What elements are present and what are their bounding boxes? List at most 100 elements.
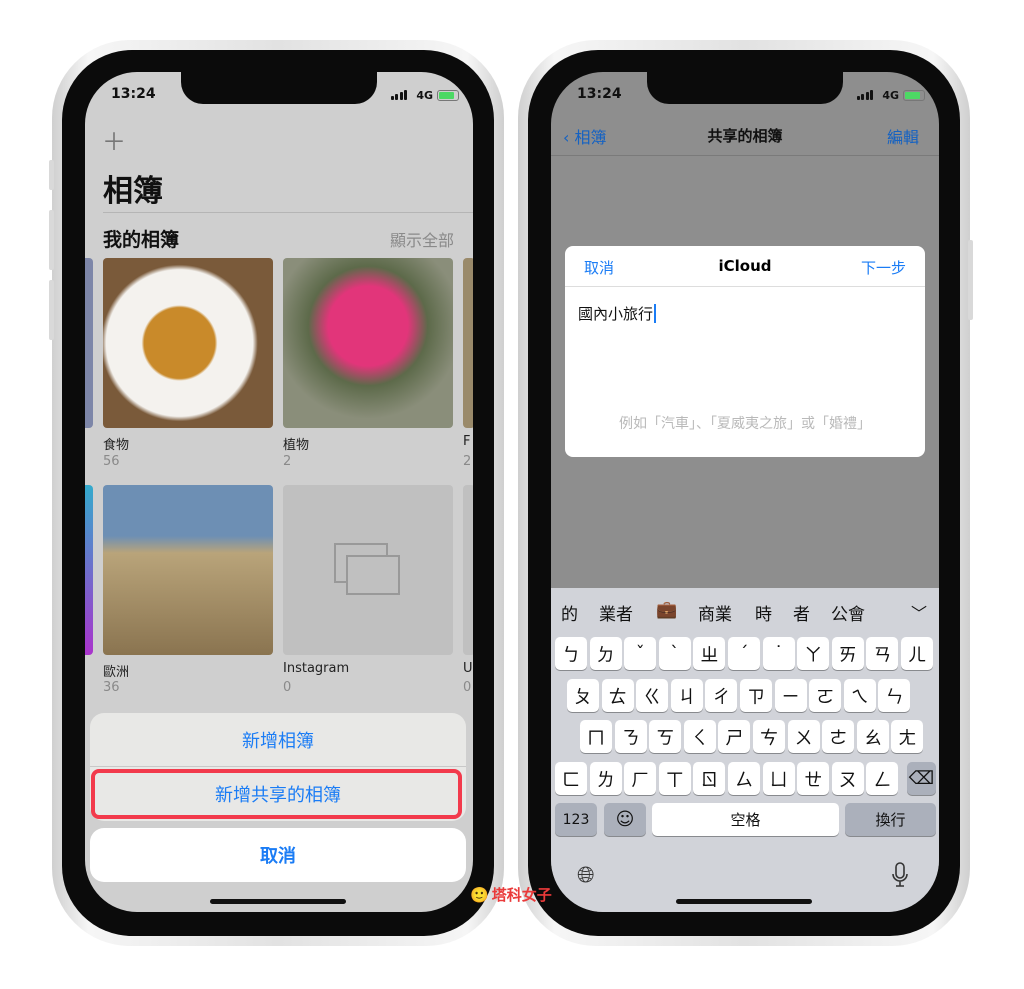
new-album-button[interactable]: 新增相簿 — [90, 713, 466, 767]
key[interactable]: ㄓ — [693, 637, 726, 670]
numbers-key[interactable]: 123 — [555, 803, 597, 836]
key[interactable]: ㄨ — [787, 720, 820, 753]
key[interactable]: ㄟ — [843, 679, 876, 712]
key[interactable]: ㄅ — [555, 637, 587, 670]
key[interactable]: ㄙ — [728, 762, 760, 795]
album-thumb-partial — [463, 258, 473, 428]
suggestion-bar: 的業者 💼 商業時者公會 — [561, 600, 939, 626]
battery-charging-icon — [903, 90, 925, 101]
space-key[interactable]: 空格 — [652, 803, 839, 836]
key[interactable]: ㄎ — [649, 720, 682, 753]
key[interactable]: ˋ — [658, 637, 691, 670]
clock: 13:24 — [577, 86, 622, 102]
show-all-link[interactable]: 顯示全部 — [390, 227, 454, 251]
key[interactable]: ㄑ — [683, 720, 716, 753]
notch — [647, 72, 843, 104]
highlight-box — [91, 769, 462, 819]
album-name-input[interactable]: 國內小旅行 — [578, 303, 657, 324]
key[interactable]: ㄏ — [624, 762, 657, 795]
key[interactable]: ㄤ — [891, 720, 924, 753]
key[interactable]: ㄕ — [718, 720, 751, 753]
album-count: 2 — [283, 454, 292, 469]
backspace-key[interactable]: ⌫ — [907, 762, 936, 795]
plus-icon[interactable]: ＋ — [102, 122, 126, 157]
suggestion[interactable]: 的 — [561, 600, 578, 625]
album-thumb-plants[interactable] — [283, 258, 453, 428]
album-name: 食物 — [103, 438, 130, 453]
key[interactable]: ㄠ — [856, 720, 889, 753]
suggestion[interactable]: 者 — [793, 600, 810, 625]
home-indicator[interactable] — [676, 899, 812, 904]
key[interactable]: ˊ — [728, 637, 760, 670]
album-thumb-partial — [85, 258, 93, 428]
page-title: 相簿 — [103, 174, 163, 209]
key[interactable]: ㄜ — [822, 720, 855, 753]
key[interactable]: ㄣ — [878, 679, 911, 712]
section-title: 我的相簿 — [103, 229, 180, 251]
suggestion[interactable]: 商業 — [698, 600, 732, 625]
suggestion[interactable]: 時 — [755, 600, 772, 625]
key[interactable]: ㄊ — [601, 679, 634, 712]
divider — [103, 212, 473, 213]
key[interactable]: ㄚ — [797, 637, 830, 670]
key[interactable]: ˇ — [624, 637, 657, 670]
suggestion[interactable]: 業者 — [599, 600, 633, 625]
key[interactable]: ㄦ — [901, 637, 933, 670]
chevron-down-icon[interactable]: ﹀ — [911, 600, 927, 624]
return-key[interactable]: 換行 — [845, 803, 936, 836]
key[interactable]: ㄐ — [670, 679, 703, 712]
key[interactable]: ㄩ — [762, 762, 795, 795]
key[interactable]: ㄧ — [774, 679, 807, 712]
home-indicator[interactable] — [210, 899, 346, 904]
cancel-button[interactable]: 取消 — [90, 828, 466, 882]
key[interactable]: ㄆ — [567, 679, 599, 712]
key[interactable]: ˙ — [762, 637, 795, 670]
album-count: 2 — [463, 454, 472, 469]
album-thumb-instagram[interactable] — [283, 485, 453, 655]
album-name: F — [463, 434, 471, 449]
clock: 13:24 — [111, 86, 156, 102]
microphone-icon[interactable] — [892, 862, 908, 888]
network-type: 4G — [416, 89, 433, 102]
icloud-dialog: 取消 iCloud 下一步 國內小旅行 例如「汽車」、「夏威夷之旅」或「婚禮」 — [565, 246, 925, 457]
album-thumb-europe[interactable] — [103, 485, 273, 655]
key[interactable]: ㄉ — [589, 637, 622, 670]
key[interactable]: ㄥ — [866, 762, 899, 795]
album-name: 植物 — [283, 438, 310, 453]
albums-screen: 13:24 4G ＋ 相簿 我的相簿 顯示全部 食物 56 植物 2 F 2 歐… — [85, 72, 473, 912]
key[interactable]: ㄇ — [580, 720, 612, 753]
album-name: Instagram — [283, 661, 350, 676]
next-button[interactable]: 下一步 — [861, 257, 906, 278]
backspace-icon: ⌫ — [908, 768, 935, 789]
signal-icon — [856, 90, 873, 100]
key[interactable]: ㄗ — [740, 679, 772, 712]
album-name: U — [463, 661, 473, 676]
suggestion[interactable]: 💼 — [656, 600, 677, 620]
key[interactable]: ㄘ — [753, 720, 785, 753]
cancel-sheet: 取消 — [90, 828, 466, 882]
emoji-icon: ☺ — [615, 809, 635, 830]
nav-bar: ‹ 相簿 共享的相簿 編輯 — [551, 116, 939, 156]
key[interactable]: ㄡ — [831, 762, 864, 795]
notch — [181, 72, 377, 104]
key[interactable]: ㄔ — [705, 679, 738, 712]
battery-charging-icon — [437, 90, 459, 101]
nav-title: 共享的相簿 — [707, 127, 783, 145]
key[interactable]: ㄈ — [555, 762, 587, 795]
signal-icon — [390, 90, 407, 100]
key[interactable]: ㄢ — [866, 637, 899, 670]
key[interactable]: ㄋ — [614, 720, 647, 753]
edit-button[interactable]: 編輯 — [887, 124, 919, 148]
suggestion[interactable]: 公會 — [831, 600, 865, 625]
emoji-key[interactable]: ☺ — [604, 803, 646, 836]
key[interactable]: ㄝ — [797, 762, 830, 795]
key[interactable]: ㄖ — [693, 762, 726, 795]
empty-album-icon — [334, 543, 400, 595]
key[interactable]: ㄛ — [809, 679, 842, 712]
globe-icon[interactable]: 🌐︎ — [577, 863, 595, 888]
key[interactable]: ㄍ — [636, 679, 669, 712]
album-thumb-food[interactable] — [103, 258, 273, 428]
key[interactable]: ㄒ — [658, 762, 691, 795]
key[interactable]: ㄌ — [589, 762, 622, 795]
key[interactable]: ㄞ — [831, 637, 864, 670]
